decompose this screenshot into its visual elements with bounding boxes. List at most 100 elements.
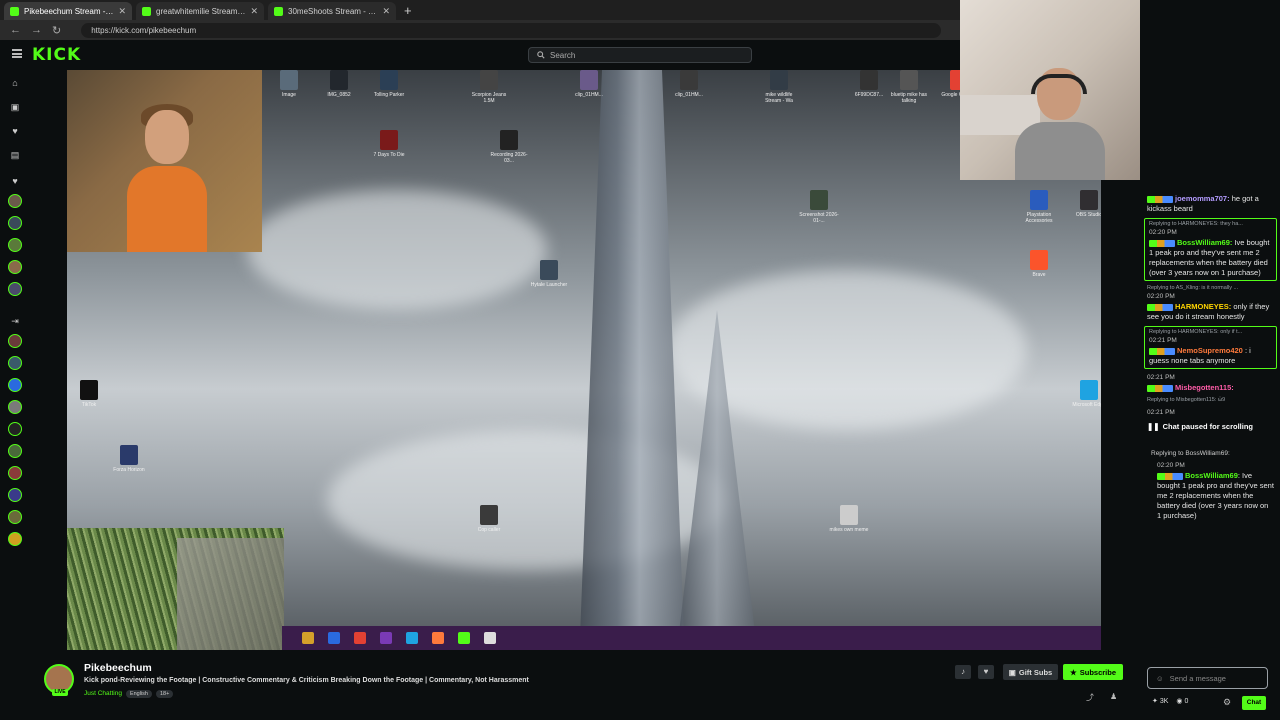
chat-username[interactable]: HARMONEYES:: [1175, 302, 1231, 311]
desktop-icon[interactable]: Brave: [1017, 250, 1061, 290]
file-icon: [860, 70, 878, 90]
recommended-channel-avatar[interactable]: [8, 466, 22, 480]
desktop-icon[interactable]: Tolling Parker: [367, 70, 411, 110]
desktop-icon[interactable]: Hytale Launcher: [527, 260, 571, 300]
desktop-icon[interactable]: Recording 2026-03...: [487, 130, 531, 170]
desktop-icon[interactable]: clip_01HM...: [667, 70, 711, 110]
followed-channel-avatar[interactable]: [8, 216, 22, 230]
new-tab-icon[interactable]: +: [404, 2, 412, 20]
desktop-icon-label: Scorpion Jeans 1.5M: [471, 92, 507, 104]
desktop-icon-label: mike wildlife Stream - Wa: [765, 92, 793, 104]
streamer-name[interactable]: Pikebeechum: [84, 662, 152, 674]
desktop-icon[interactable]: bluetip mike has talking: [887, 70, 931, 110]
recommended-channel-avatar[interactable]: [8, 510, 22, 524]
tag[interactable]: English: [125, 690, 152, 698]
kick-logo[interactable]: KICK: [32, 45, 81, 65]
desktop-icon[interactable]: Microsoft Edge: [1067, 380, 1101, 420]
desktop-icon[interactable]: Cop caller: [467, 505, 511, 545]
desktop-icon-label: Image: [282, 92, 296, 98]
notification-bell-button[interactable]: ♪: [955, 665, 971, 679]
browser-tab-1[interactable]: Pikebeechum Stream - Watch ✕: [4, 2, 132, 20]
edge-icon: [328, 632, 340, 644]
desktop-icon[interactable]: OBS Studio: [1067, 190, 1101, 230]
search-input[interactable]: Search: [528, 47, 752, 63]
tag[interactable]: 18+: [155, 690, 174, 698]
recommended-channel-avatar[interactable]: [8, 532, 22, 546]
browse-icon[interactable]: ▣: [10, 102, 20, 112]
following-heart-icon[interactable]: ♥: [10, 126, 20, 136]
user-badges: [1157, 472, 1183, 480]
chat-paused-banner[interactable]: ❚❚ Chat paused for scrolling: [1141, 420, 1280, 434]
subscribe-button[interactable]: ★ Subscribe: [1063, 664, 1123, 680]
file-icon: [480, 505, 498, 525]
desktop-icon-label: Hytale Launcher: [530, 282, 568, 288]
followed-channel-avatar[interactable]: [8, 238, 22, 252]
desktop-icon[interactable]: Scorpion Jeans 1.5M: [467, 70, 511, 110]
clips-icon[interactable]: ▤: [10, 150, 20, 160]
user-badges: [1147, 303, 1173, 311]
desktop-icon[interactable]: 7 Days To Die: [367, 130, 411, 170]
desktop-icon[interactable]: Forza Horizon: [107, 445, 151, 485]
url-field[interactable]: https://kick.com/pikebeechum: [81, 22, 942, 38]
desktop-icon-label: Tolling Parker: [373, 92, 405, 98]
share-icon[interactable]: ⤴: [1086, 692, 1094, 703]
recommended-channel-avatar[interactable]: [8, 422, 22, 436]
desktop-icon[interactable]: mike wildlife Stream - Wa: [757, 70, 801, 110]
gift-subs-button[interactable]: ▣ Gift Subs: [1003, 664, 1058, 680]
file-icon: [810, 190, 828, 210]
recommended-channel-avatar[interactable]: [8, 444, 22, 458]
reply-context: Replying to HARMONEYES: only if t...: [1149, 329, 1243, 335]
chat-username[interactable]: BossWilliam69:: [1177, 238, 1232, 247]
close-icon[interactable]: ✕: [118, 6, 126, 17]
recommended-channel-avatar[interactable]: [8, 356, 22, 370]
follow-heart-button[interactable]: ♥: [978, 665, 994, 679]
chat-username[interactable]: joemomma707:: [1175, 194, 1230, 203]
back-arrow-icon[interactable]: ←: [10, 24, 21, 36]
forward-arrow-icon[interactable]: →: [31, 24, 42, 36]
recommended-channel-avatar[interactable]: [8, 488, 22, 502]
category-link[interactable]: Just Chatting: [84, 690, 122, 698]
channel-points[interactable]: ◉ 0: [1176, 697, 1188, 705]
chat-send-button[interactable]: Chat: [1242, 696, 1266, 710]
desktop-icon[interactable]: mikes own meme: [827, 505, 871, 545]
person-icon[interactable]: ♟: [1110, 692, 1117, 701]
close-icon[interactable]: ✕: [382, 6, 390, 17]
followed-channel-avatar[interactable]: [8, 260, 22, 274]
chat-input[interactable]: ☺ Send a message: [1147, 667, 1268, 689]
expand-icon[interactable]: ⇥: [10, 316, 20, 326]
streamer-figure: [1015, 68, 1105, 180]
close-icon[interactable]: ✕: [250, 6, 258, 17]
desktop-icon[interactable]: IMG_0852: [317, 70, 361, 110]
browser-tab-3[interactable]: 30meShoots Stream - Watch l ✕: [268, 2, 396, 20]
chat-username[interactable]: BossWilliam69: [1185, 471, 1238, 480]
desktop-icon[interactable]: Screenshot 2026-01-...: [797, 190, 841, 230]
desktop-icon-label: Recording 2026-03...: [490, 152, 528, 164]
stream-video[interactable]: Image IMG_0852 Tolling Parker Scorpion Jean…: [67, 70, 1101, 650]
hamburger-menu-icon[interactable]: [12, 49, 22, 58]
home-icon[interactable]: ⌂: [10, 78, 20, 88]
chat-message: 02:21 PM Misbegotten115:: [1141, 371, 1280, 395]
chat-message: Replying to HARMONEYES: they ha... 02:20 …: [1144, 218, 1277, 281]
recommended-channel-avatar[interactable]: [8, 400, 22, 414]
desktop-icon[interactable]: 6F99DC87...: [847, 70, 891, 110]
chat-username[interactable]: Misbegotten115:: [1175, 383, 1234, 392]
desktop-icon[interactable]: clip_01HM...: [567, 70, 611, 110]
desktop-icon[interactable]: Image: [267, 70, 311, 110]
live-badge: LIVE: [52, 689, 68, 696]
chat-username[interactable]: NemoSupremo420: [1177, 346, 1243, 355]
reload-icon[interactable]: ↻: [52, 24, 61, 37]
favorites-icon[interactable]: ♥: [10, 176, 20, 186]
chat-settings-gear-icon[interactable]: ⚙: [1223, 697, 1231, 708]
desktop-icon[interactable]: Playstation Accessories: [1017, 190, 1061, 230]
recommended-channel-avatar[interactable]: [8, 378, 22, 392]
emote-picker-icon[interactable]: ☺: [1156, 674, 1164, 683]
file-icon: [1030, 190, 1048, 210]
followed-channel-avatar[interactable]: [8, 282, 22, 296]
desktop-icon-label: clip_01HM...: [575, 92, 603, 98]
pause-icon: ❚❚: [1147, 422, 1160, 431]
followed-channel-avatar[interactable]: [8, 194, 22, 208]
desktop-icon[interactable]: TikTok: [67, 380, 111, 420]
browser-tab-2[interactable]: greatwhitemilie Stream - Wat ✕: [136, 2, 264, 20]
recommended-channel-avatar[interactable]: [8, 334, 22, 348]
chat-panel[interactable]: joemomma707: he got a kickass beard Reply…: [1141, 180, 1280, 665]
